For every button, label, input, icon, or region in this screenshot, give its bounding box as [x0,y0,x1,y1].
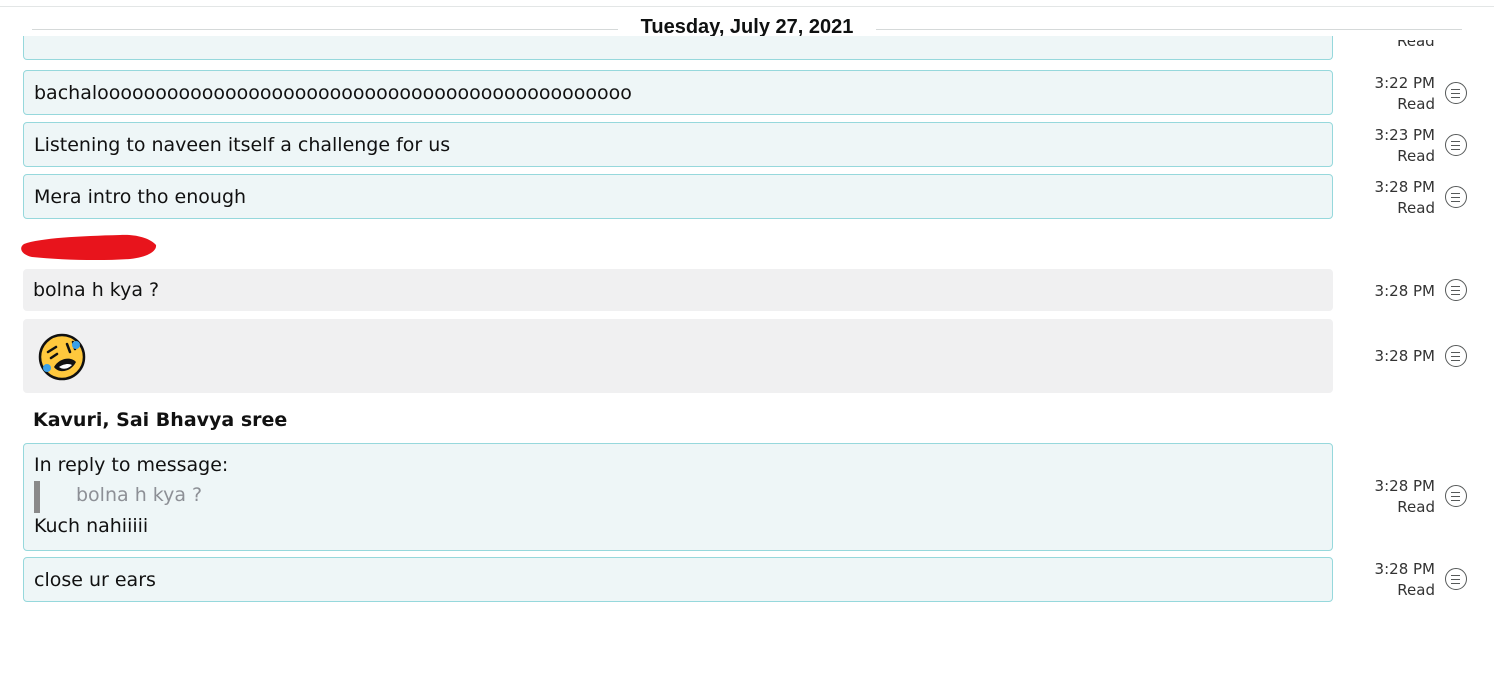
message-status-partial: Read [1397,40,1435,50]
message-meta: 3:28 PM [1375,346,1435,367]
message-options-icon[interactable] [1445,345,1467,367]
message-bubble-received[interactable]: bolna h kya ? [23,269,1333,311]
message-status: Read [1397,498,1435,516]
message-text: Listening to naveen itself a challenge f… [34,134,451,156]
date-line-left [32,29,618,30]
message-bubble[interactable]: Mera intro tho enough [23,174,1333,219]
message-status: Read [1397,147,1435,165]
reply-label: In reply to message: [34,454,229,476]
message-meta: 3:23 PM Read [1375,125,1435,167]
message-meta: 3:28 PM Read [1375,177,1435,219]
message-text: Kuch nahiiiii [34,515,149,537]
message-time: 3:28 PM [1374,560,1435,578]
message-text: Mera intro tho enough [34,186,247,208]
message-bubble-partial[interactable] [23,36,1333,60]
message-text: bachaloooooooooooooooooooooooooooooooooo… [34,82,632,104]
message-options-icon[interactable] [1445,82,1467,104]
message-options-icon[interactable] [1445,568,1467,590]
quoted-message-text: bolna h kya ? [76,484,203,506]
quote-bar [34,481,40,513]
message-options-icon[interactable] [1445,186,1467,208]
message-time: 3:28 PM [1374,477,1435,495]
sender-name: Kavuri, Sai Bhavya sree [33,409,288,431]
message-options-icon[interactable] [1445,279,1467,301]
top-divider [0,6,1494,7]
message-text: close ur ears [34,569,156,591]
rolling-laughing-emoji-icon [38,333,86,381]
redacted-sender-name [21,234,157,261]
message-time: 3:22 PM [1374,74,1435,92]
message-options-icon[interactable] [1445,134,1467,156]
message-time: 3:28 PM [1374,347,1435,365]
message-bubble[interactable]: close ur ears [23,557,1333,602]
message-meta: 3:28 PM Read [1375,476,1435,518]
message-meta: 3:28 PM Read [1375,559,1435,601]
message-bubble[interactable]: Listening to naveen itself a challenge f… [23,122,1333,167]
message-time: 3:23 PM [1374,126,1435,144]
message-bubble-received[interactable] [23,319,1333,393]
message-bubble-reply[interactable]: In reply to message: bolna h kya ? Kuch … [23,443,1333,551]
message-status: Read [1397,581,1435,599]
message-time: 3:28 PM [1374,282,1435,300]
message-time: 3:28 PM [1374,178,1435,196]
message-text: bolna h kya ? [33,279,160,301]
message-options-icon[interactable] [1445,485,1467,507]
message-bubble[interactable]: bachaloooooooooooooooooooooooooooooooooo… [23,70,1333,115]
date-line-right [876,29,1462,30]
message-meta: 3:22 PM Read [1375,73,1435,115]
message-status: Read [1397,199,1435,217]
message-status: Read [1397,95,1435,113]
message-meta: 3:28 PM [1375,281,1435,302]
